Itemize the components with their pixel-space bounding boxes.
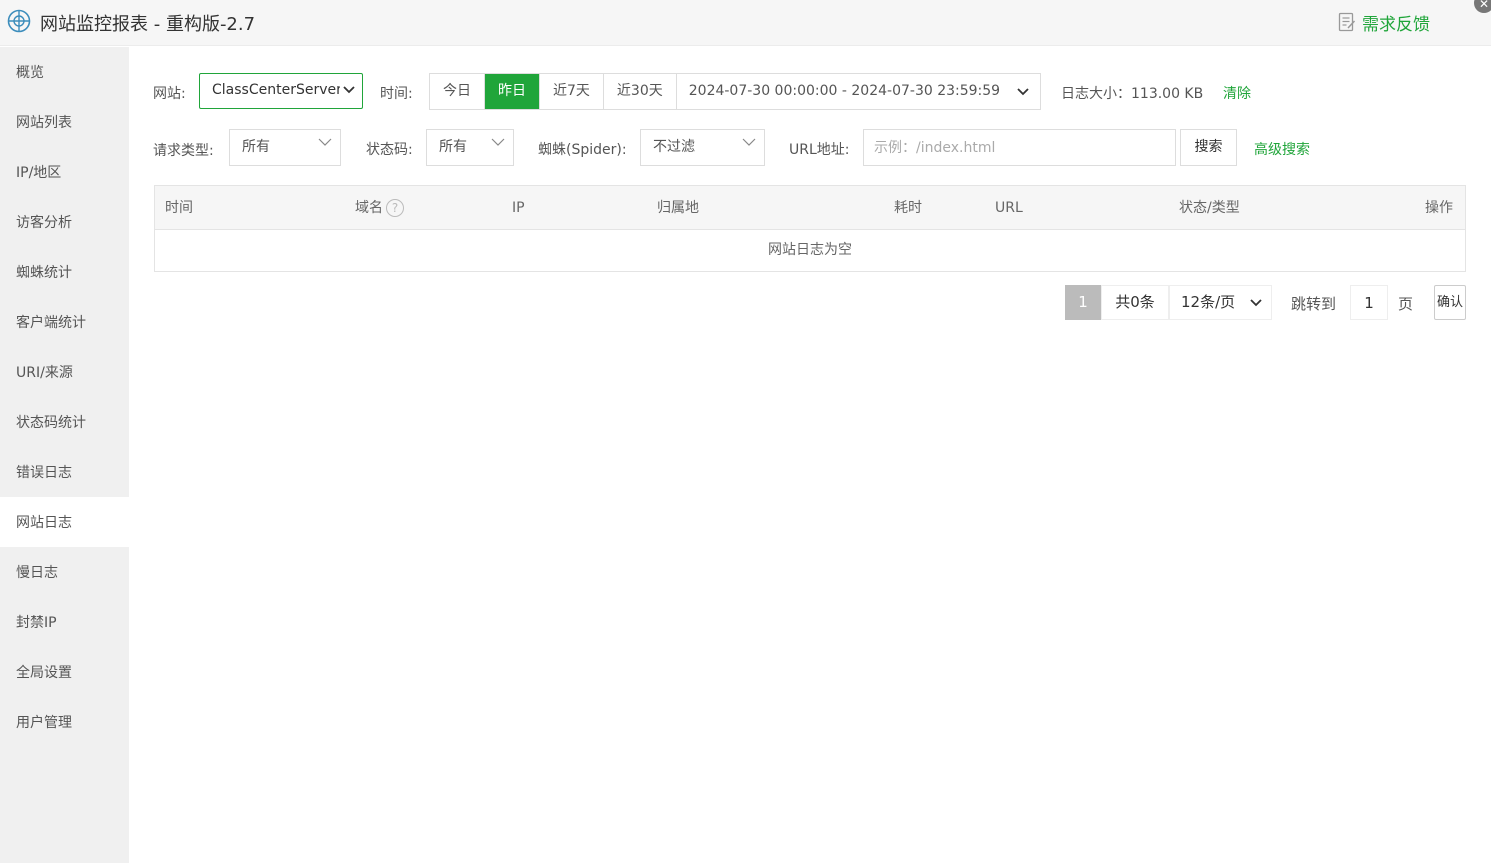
sidebar-item-banned-ip[interactable]: 封禁IP	[0, 597, 129, 647]
sidebar-item-uri-source[interactable]: URI/来源	[0, 347, 129, 397]
chevron-down-icon	[742, 128, 756, 172]
main-content: 网站: ClassCenterServer 时间: 今日 昨日 近7天 近30天…	[129, 47, 1491, 863]
status-code-select[interactable]: 所有	[426, 129, 514, 166]
column-header-status-type: 状态/类型	[1179, 200, 1240, 216]
column-header-url: URL	[995, 200, 1023, 216]
request-type-label: 请求类型:	[153, 143, 214, 159]
time-30days-button[interactable]: 近30天	[604, 74, 677, 109]
sidebar: 概览 网站列表 IP/地区 访客分析 蜘蛛统计 客户端统计 URI/来源 状态码…	[0, 47, 129, 863]
chevron-down-icon	[491, 128, 505, 172]
status-code-value: 所有	[439, 139, 467, 155]
site-select[interactable]: ClassCenterServer	[199, 73, 363, 109]
column-header-duration: 耗时	[894, 200, 922, 216]
spider-value: 不过滤	[653, 139, 695, 155]
help-icon[interactable]: ?	[386, 199, 404, 217]
sidebar-item-overview[interactable]: 概览	[0, 47, 129, 97]
column-header-domain-label: 域名	[355, 200, 383, 216]
site-select-value: ClassCenterServer	[212, 82, 342, 98]
clear-log-link[interactable]: 清除	[1223, 83, 1251, 103]
sidebar-item-ip-region[interactable]: IP/地区	[0, 147, 129, 197]
spider-select[interactable]: 不过滤	[640, 129, 765, 166]
spider-label: 蜘蛛(Spider):	[538, 142, 627, 158]
chevron-down-icon	[318, 128, 332, 172]
time-yesterday-button[interactable]: 昨日	[485, 74, 540, 109]
status-code-label: 状态码:	[366, 142, 413, 158]
time-label: 时间:	[380, 86, 413, 102]
request-type-value: 所有	[242, 139, 270, 155]
column-header-actions: 操作	[1425, 200, 1453, 216]
column-header-time: 时间	[165, 200, 193, 216]
pagination-jump-input[interactable]	[1350, 285, 1388, 320]
page-size-value: 12条/页	[1181, 293, 1236, 311]
advanced-search-link[interactable]: 高级搜索	[1254, 139, 1310, 159]
url-search-input[interactable]	[863, 129, 1176, 166]
sidebar-item-user-management[interactable]: 用户管理	[0, 697, 129, 747]
column-header-location: 归属地	[657, 200, 699, 216]
sidebar-item-visitor-analysis[interactable]: 访客分析	[0, 197, 129, 247]
sidebar-item-slow-log[interactable]: 慢日志	[0, 547, 129, 597]
sidebar-item-client-stats[interactable]: 客户端统计	[0, 297, 129, 347]
url-label: URL地址:	[789, 142, 850, 158]
time-7days-button[interactable]: 近7天	[540, 74, 604, 109]
sidebar-item-site-log[interactable]: 网站日志	[0, 497, 129, 547]
sidebar-item-error-log[interactable]: 错误日志	[0, 447, 129, 497]
empty-table-message: 网站日志为空	[768, 242, 852, 258]
edit-note-icon	[1338, 12, 1356, 32]
pagination-total: 共0条	[1101, 285, 1169, 320]
chevron-down-icon	[340, 74, 356, 108]
feedback-label: 需求反馈	[1362, 14, 1430, 35]
page-size-select[interactable]: 12条/页	[1169, 285, 1272, 320]
close-icon[interactable]: ✕	[1474, 0, 1491, 13]
feedback-button[interactable]: 需求反馈	[1338, 9, 1430, 35]
sidebar-item-spider-stats[interactable]: 蜘蛛统计	[0, 247, 129, 297]
pagination-jump-label: 跳转到	[1291, 295, 1337, 313]
date-range-picker[interactable]: 2024-07-30 00:00:00 - 2024-07-30 23:59:5…	[677, 74, 1040, 109]
log-size-text: 日志大小：113.00 KB	[1061, 86, 1204, 102]
pagination-current-page[interactable]: 1	[1065, 285, 1101, 320]
globe-logo-icon	[7, 9, 31, 33]
title-bar: 网站监控报表 - 重构版-2.7 需求反馈 ✕	[0, 0, 1491, 46]
pagination-confirm-button[interactable]: 确认	[1434, 285, 1466, 320]
time-today-button[interactable]: 今日	[430, 74, 485, 109]
sidebar-item-site-list[interactable]: 网站列表	[0, 97, 129, 147]
column-header-ip: IP	[512, 200, 525, 216]
chevron-down-icon	[1016, 74, 1030, 123]
site-label: 网站:	[153, 86, 186, 102]
sidebar-item-status-code-stats[interactable]: 状态码统计	[0, 397, 129, 447]
table-header: 时间 域名? IP 归属地 耗时 URL 状态/类型 操作	[155, 186, 1465, 230]
request-type-select[interactable]: 所有	[229, 129, 341, 166]
time-filter-group: 今日 昨日 近7天 近30天 2024-07-30 00:00:00 - 202…	[429, 73, 1041, 110]
app-title: 网站监控报表 - 重构版-2.7	[40, 14, 256, 35]
search-button[interactable]: 搜索	[1180, 129, 1237, 166]
date-range-value: 2024-07-30 00:00:00 - 2024-07-30 23:59:5…	[688, 83, 1001, 99]
sidebar-item-global-settings[interactable]: 全局设置	[0, 647, 129, 697]
column-header-domain: 域名?	[355, 186, 404, 230]
chevron-down-icon	[1249, 286, 1263, 331]
pagination-page-unit: 页	[1398, 295, 1414, 313]
log-table: 时间 域名? IP 归属地 耗时 URL 状态/类型 操作 网站日志为空	[154, 185, 1466, 272]
